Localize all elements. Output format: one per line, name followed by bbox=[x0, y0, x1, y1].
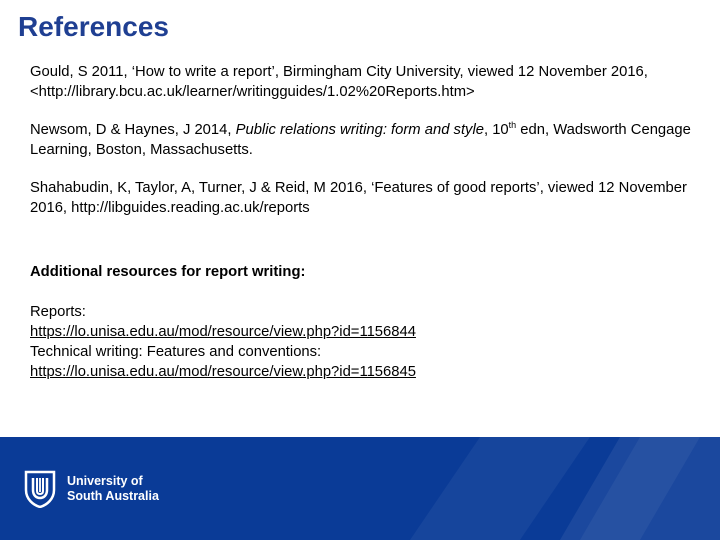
university-name: University of South Australia bbox=[67, 474, 159, 504]
reference-shahabudin: Shahabudin, K, Taylor, A, Turner, J & Re… bbox=[30, 180, 687, 216]
resource-technical-writing-link[interactable]: https://lo.unisa.edu.au/mod/resource/vie… bbox=[30, 362, 700, 382]
university-logo: University of South Australia bbox=[24, 470, 159, 508]
references-content: Gould, S 2011, ‘How to write a report’, … bbox=[30, 62, 700, 382]
additional-resources-list: Reports: https://lo.unisa.edu.au/mod/res… bbox=[30, 302, 700, 382]
reference-gould: Gould, S 2011, ‘How to write a report’, … bbox=[30, 64, 648, 100]
university-name-line2: South Australia bbox=[67, 489, 159, 503]
university-name-line1: University of bbox=[67, 474, 143, 488]
resource-reports-label: Reports: bbox=[30, 304, 86, 320]
reference-newsom-edition: , 10 bbox=[483, 122, 509, 138]
reference-newsom-title: Public relations writing: form and style bbox=[235, 122, 484, 138]
reference-newsom: Newsom, D & Haynes, J 2014, Public relat… bbox=[30, 120, 700, 160]
reference-newsom-authors: Newsom, D & Haynes, J 2014, bbox=[30, 122, 236, 138]
shield-logo-icon bbox=[24, 470, 56, 508]
resource-reports-link[interactable]: https://lo.unisa.edu.au/mod/resource/vie… bbox=[30, 322, 700, 342]
resource-technical-writing-label: Technical writing: Features and conventi… bbox=[30, 344, 322, 360]
additional-resources-heading: Additional resources for report writing: bbox=[30, 264, 306, 280]
page-title: References bbox=[18, 11, 169, 42]
footer-band: University of South Australia bbox=[0, 437, 720, 540]
